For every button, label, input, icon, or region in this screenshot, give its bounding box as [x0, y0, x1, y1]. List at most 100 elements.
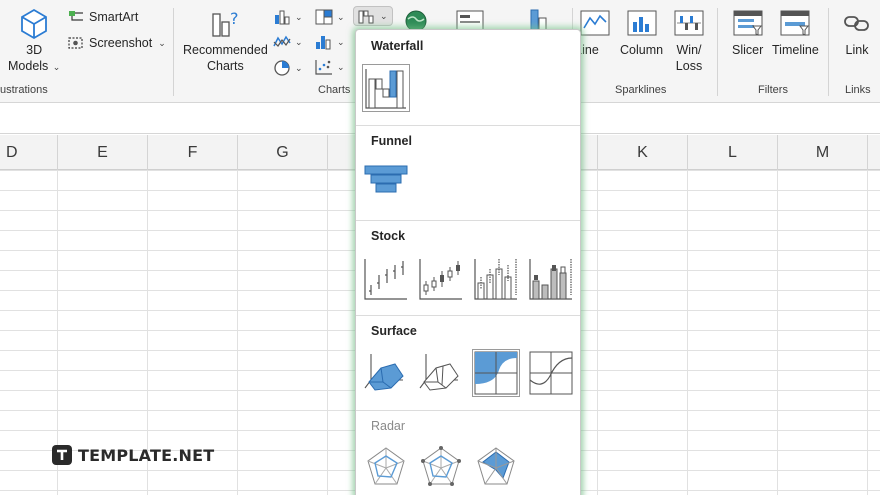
contour-wireframe-icon[interactable]: [528, 350, 574, 396]
column-header-d[interactable]: D: [0, 135, 58, 170]
section-divider: [356, 315, 580, 316]
column-header-label: M: [815, 143, 830, 161]
timeline-button[interactable]: Timeline: [772, 8, 819, 58]
3d-models-label-1: 3D: [26, 43, 43, 57]
chevron-down-icon: ⌄: [295, 36, 303, 47]
histogram-icon: [316, 36, 331, 50]
hierarchy-chart-button[interactable]: ⌄: [315, 9, 345, 25]
section-divider: [356, 125, 580, 126]
sparklines-group-label: Sparklines: [615, 84, 667, 96]
3d-cube-icon: [21, 8, 48, 40]
statistic-chart-button[interactable]: ⌄: [315, 34, 345, 50]
filters-group-label: Filters: [758, 84, 788, 96]
template-logo-icon: [52, 445, 72, 465]
surface-section-title: Surface: [371, 324, 417, 338]
slicer-label: Slicer: [732, 43, 764, 57]
smartart-label: SmartArt: [89, 10, 139, 24]
timeline-label: Timeline: [772, 43, 819, 57]
3d-models-label-row: Models ⌄: [8, 58, 60, 75]
grid-line: [687, 170, 688, 495]
sparkline-winloss-label-2: Loss: [675, 59, 703, 73]
column-header-label: D: [6, 143, 18, 161]
sparkline-column-icon: [627, 10, 657, 36]
charts-group-label: Charts: [318, 84, 351, 96]
column-header-e[interactable]: E: [58, 135, 148, 170]
scatter-icon: [315, 60, 332, 75]
section-divider: [356, 410, 580, 411]
stock-ohlc-icon[interactable]: [418, 255, 464, 301]
surface-wireframe-icon[interactable]: [418, 350, 464, 396]
radar-markers-icon[interactable]: [418, 444, 464, 490]
ribbon-separator: [828, 8, 829, 96]
recommended-charts-icon: ?: [212, 9, 239, 37]
ribbon-separator: [173, 8, 174, 96]
column-header-l[interactable]: L: [688, 135, 778, 170]
template-net-watermark: TEMPLATE.NET: [52, 445, 214, 465]
stock-vohlc-icon[interactable]: [528, 255, 574, 301]
recommended-charts-button[interactable]: ? Recommended Charts: [183, 8, 268, 74]
sparkline-line-icon: [580, 10, 610, 36]
3d-models-button[interactable]: 3D Models ⌄: [8, 8, 60, 75]
waterfall-chart-icon[interactable]: [362, 64, 410, 112]
link-button[interactable]: Link: [842, 8, 872, 58]
column-header-f[interactable]: F: [148, 135, 238, 170]
smartart-button[interactable]: SmartArt: [68, 10, 138, 24]
column-header-label: G: [276, 143, 289, 161]
pie-chart-icon: [274, 60, 290, 76]
link-icon: [844, 16, 869, 31]
slicer-button[interactable]: Slicer: [732, 8, 763, 58]
chevron-down-icon: ⌄: [337, 11, 345, 22]
grid-line: [867, 170, 868, 495]
radar-section-title: Radar: [371, 419, 406, 433]
sparkline-line-button[interactable]: Line: [575, 8, 610, 58]
waterfall-section-title: Waterfall: [371, 39, 424, 53]
waterfall-icon: [358, 10, 374, 24]
sparkline-winloss-label-1: Win/: [676, 43, 702, 57]
watermark-text: TEMPLATE.NET: [78, 445, 215, 465]
svg-text:?: ?: [230, 9, 239, 28]
screenshot-label: Screenshot: [89, 36, 153, 50]
chevron-down-icon: ⌄: [380, 10, 388, 21]
pie-doughnut-chart-button[interactable]: ⌄: [273, 59, 303, 77]
column-bar-chart-button[interactable]: ⌄: [273, 9, 303, 25]
screenshot-button[interactable]: Screenshot ⌄: [68, 36, 166, 50]
column-chart-icon: [275, 10, 290, 25]
surface-3d-icon[interactable]: [363, 350, 409, 396]
column-header-g[interactable]: G: [238, 135, 328, 170]
recommended-charts-label-1: Recommended: [183, 43, 268, 57]
grid-line: [597, 170, 598, 495]
grid-line: [327, 170, 328, 495]
ribbon-separator: [717, 8, 718, 96]
chevron-down-icon: ⌄: [337, 61, 345, 72]
timeline-icon: [780, 10, 810, 36]
sparkline-winloss-button[interactable]: Win/ Loss: [674, 8, 704, 74]
sparkline-column-button[interactable]: Column: [620, 8, 663, 58]
stock-vhlc-icon[interactable]: [473, 255, 519, 301]
column-header-label: L: [728, 143, 737, 161]
chevron-down-icon: ⌄: [295, 11, 303, 22]
treemap-icon: [315, 9, 333, 25]
slicer-icon: [733, 10, 763, 36]
contour-icon[interactable]: [472, 349, 520, 397]
line-area-chart-button[interactable]: ⌄: [273, 34, 303, 50]
recommended-charts-label-2: Charts: [206, 59, 244, 73]
stock-section-title: Stock: [371, 229, 406, 243]
3d-models-label-2: Models: [8, 59, 49, 73]
waterfall-stock-dropdown: Waterfall Funnel Stock Surface Radar: [355, 29, 581, 495]
grid-line: [777, 170, 778, 495]
illustrations-group-label: ustrations: [0, 84, 48, 96]
funnel-chart-icon[interactable]: [363, 160, 409, 206]
column-header-label: K: [637, 143, 648, 161]
links-group-label: Links: [845, 84, 871, 96]
column-header-m[interactable]: M: [778, 135, 868, 170]
column-header-label: F: [187, 143, 198, 161]
filled-radar-icon[interactable]: [473, 444, 519, 490]
waterfall-stock-chart-button[interactable]: ⌄: [353, 6, 393, 26]
section-divider: [356, 220, 580, 221]
screenshot-icon: [68, 37, 83, 49]
radar-icon[interactable]: [363, 444, 409, 490]
stock-hlc-icon[interactable]: [363, 255, 409, 301]
scatter-chart-button[interactable]: ⌄: [315, 59, 345, 75]
column-header-k[interactable]: K: [598, 135, 688, 170]
sparkline-column-label: Column: [620, 43, 664, 57]
